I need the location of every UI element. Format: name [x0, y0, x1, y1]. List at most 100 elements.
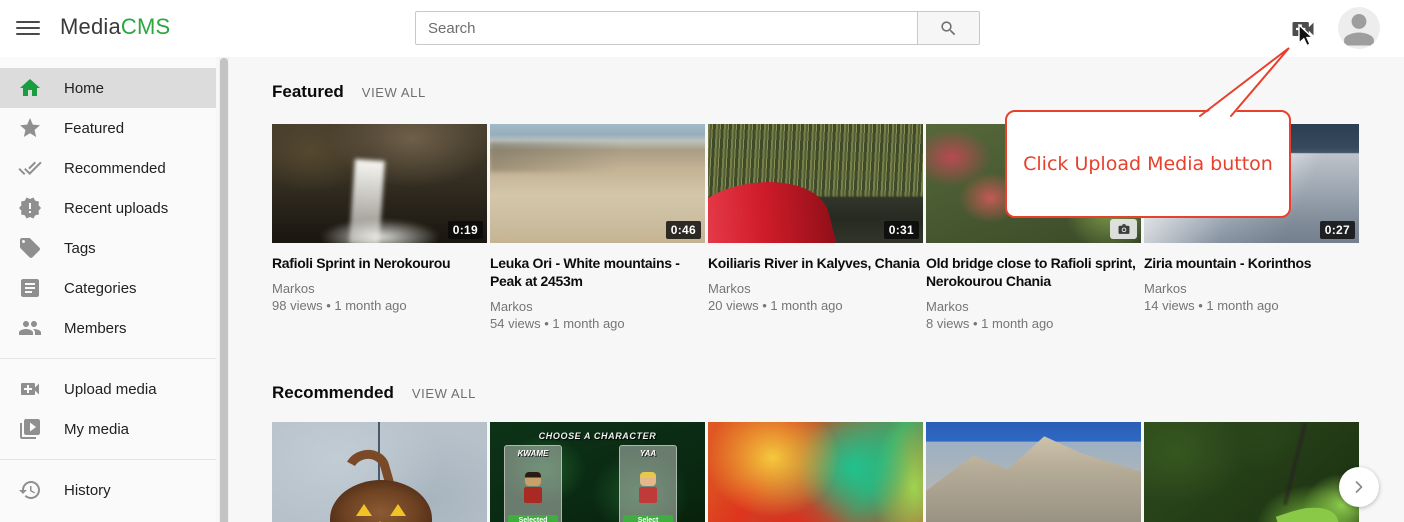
- video-title[interactable]: Leuka Ori - White mountains - Peak at 24…: [490, 254, 705, 290]
- video-thumbnail[interactable]: [926, 422, 1141, 522]
- recommended-view-all-link[interactable]: VIEW ALL: [412, 386, 476, 401]
- video-meta: 14 views • 1 month ago: [1144, 297, 1359, 315]
- video-card: CHOOSE A CHARACTER KWAME YAA Selected Se…: [490, 422, 705, 522]
- video-thumbnail[interactable]: [708, 422, 923, 522]
- logo[interactable]: MediaCMS: [60, 14, 170, 40]
- video-title[interactable]: Koiliaris River in Kalyves, Chania: [708, 254, 923, 272]
- sidebar-item-label: Upload media: [64, 381, 157, 398]
- video-thumbnail[interactable]: 0:31: [708, 124, 923, 243]
- sidebar-item-home[interactable]: Home: [0, 68, 216, 108]
- star-icon: [18, 116, 42, 140]
- search-input[interactable]: [415, 11, 917, 45]
- video-card: 0:46 Leuka Ori - White mountains - Peak …: [490, 124, 705, 333]
- menu-icon[interactable]: [14, 14, 42, 42]
- video-call-icon: [18, 377, 42, 401]
- annotation-text: Click Upload Media button: [1023, 153, 1273, 175]
- upload-media-icon: [1289, 15, 1317, 43]
- sidebar-item-label: Home: [64, 80, 104, 97]
- video-author[interactable]: Markos: [490, 298, 705, 315]
- game-character-name: KWAME: [505, 449, 561, 458]
- person-icon: [1338, 7, 1380, 49]
- sidebar-item-featured[interactable]: Featured: [0, 108, 216, 148]
- thumbnail-art: [926, 422, 1141, 522]
- recommended-row: CHOOSE A CHARACTER KWAME YAA Selected Se…: [272, 422, 1359, 522]
- sidebar-item-label: Featured: [64, 120, 124, 137]
- home-icon: [18, 76, 42, 100]
- sidebar-divider: [0, 358, 216, 359]
- mediacms-home-screen: MediaCMS Home Featured Recommended: [0, 0, 1404, 522]
- video-thumbnail[interactable]: [272, 422, 487, 522]
- sidebar-item-categories[interactable]: Categories: [0, 268, 216, 308]
- search-button[interactable]: [917, 11, 980, 45]
- recommended-section-header: Recommended VIEW ALL: [272, 383, 476, 403]
- sidebar-scrollbar-thumb[interactable]: [220, 58, 228, 522]
- video-card: 0:31 Koiliaris River in Kalyves, Chania …: [708, 124, 923, 333]
- video-library-icon: [18, 417, 42, 441]
- thumbnail-art: [638, 472, 658, 510]
- video-author[interactable]: Markos: [708, 280, 923, 297]
- sidebar-item-label: History: [64, 482, 111, 499]
- thumbnail-art: [523, 472, 543, 510]
- sidebar-divider: [0, 459, 216, 460]
- sidebar-item-label: Recent uploads: [64, 200, 168, 217]
- logo-media: Media: [60, 14, 121, 39]
- game-character-name: YAA: [620, 449, 676, 458]
- thumbnail-art: [356, 504, 372, 516]
- sidebar-item-label: My media: [64, 421, 129, 438]
- video-meta: 54 views • 1 month ago: [490, 315, 705, 333]
- top-header: MediaCMS: [0, 0, 1404, 57]
- game-caption: CHOOSE A CHARACTER: [490, 431, 705, 441]
- video-thumbnail[interactable]: CHOOSE A CHARACTER KWAME YAA Selected Se…: [490, 422, 705, 522]
- duration-badge: 0:27: [1320, 221, 1355, 239]
- sidebar-item-my-media[interactable]: My media: [0, 409, 216, 449]
- video-card: [708, 422, 923, 522]
- game-button: Select: [623, 515, 673, 522]
- section-title-featured: Featured: [272, 82, 344, 102]
- video-author[interactable]: Markos: [272, 280, 487, 297]
- video-card: 0:19 Rafioli Sprint in Nerokourou Markos…: [272, 124, 487, 333]
- chevron-right-icon: [1349, 477, 1369, 497]
- section-title-recommended: Recommended: [272, 383, 394, 403]
- video-thumbnail[interactable]: [1144, 422, 1359, 522]
- annotation-tooltip: Click Upload Media button: [1005, 110, 1291, 218]
- sidebar-item-label: Members: [64, 320, 127, 337]
- video-thumbnail[interactable]: 0:46: [490, 124, 705, 243]
- video-meta: 8 views • 1 month ago: [926, 315, 1141, 333]
- duration-badge: 0:19: [448, 221, 483, 239]
- video-meta: 20 views • 1 month ago: [708, 297, 923, 315]
- tag-icon: [18, 236, 42, 260]
- video-card: [272, 422, 487, 522]
- sidebar-item-recommended[interactable]: Recommended: [0, 148, 216, 188]
- upload-media-button[interactable]: [1288, 15, 1318, 43]
- user-avatar[interactable]: [1338, 7, 1380, 49]
- search-bar: [415, 11, 980, 45]
- thumbnail-art: [330, 480, 432, 522]
- video-title[interactable]: Old bridge close to Rafioli sprint, Nero…: [926, 254, 1141, 290]
- thumbnail-art: [320, 219, 440, 243]
- sidebar-item-members[interactable]: Members: [0, 308, 216, 348]
- sidebar-item-recent-uploads[interactable]: Recent uploads: [0, 188, 216, 228]
- sidebar-item-tags[interactable]: Tags: [0, 228, 216, 268]
- thumbnail-art: KWAME: [504, 445, 562, 522]
- video-title[interactable]: Rafioli Sprint in Nerokourou: [272, 254, 487, 272]
- video-author[interactable]: Markos: [1144, 280, 1359, 297]
- thumbnail-art: YAA: [619, 445, 677, 522]
- video-meta: 98 views • 1 month ago: [272, 297, 487, 315]
- sidebar-item-label: Recommended: [64, 160, 166, 177]
- sidebar: Home Featured Recommended Recent uploads…: [0, 57, 216, 522]
- thumbnail-art: [490, 142, 705, 172]
- thumbnail-art: [1283, 423, 1307, 505]
- search-icon: [939, 19, 958, 38]
- video-author[interactable]: Markos: [926, 298, 1141, 315]
- video-card: [926, 422, 1141, 522]
- sidebar-scrollbar-track: [219, 57, 229, 522]
- video-thumbnail[interactable]: 0:19: [272, 124, 487, 243]
- sidebar-item-upload-media[interactable]: Upload media: [0, 369, 216, 409]
- featured-section-header: Featured VIEW ALL: [272, 82, 426, 102]
- featured-view-all-link[interactable]: VIEW ALL: [362, 85, 426, 100]
- carousel-next-button[interactable]: [1339, 467, 1379, 507]
- video-card: [1144, 422, 1359, 522]
- sidebar-item-history[interactable]: History: [0, 470, 216, 510]
- logo-cms: CMS: [121, 14, 171, 39]
- video-title[interactable]: Ziria mountain - Korinthos: [1144, 254, 1359, 272]
